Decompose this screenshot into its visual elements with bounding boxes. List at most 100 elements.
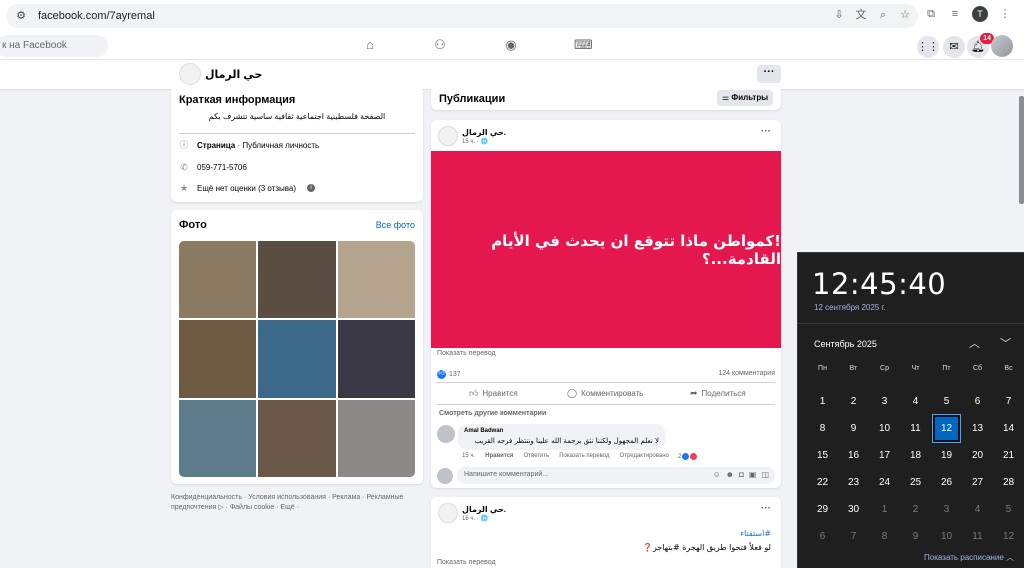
view-more-comments-link[interactable]: Смотреть другие комментарии [439, 410, 546, 417]
post-more-button[interactable]: ··· [761, 503, 771, 514]
post-timestamp[interactable]: 16 ч. · 🌐 [462, 515, 488, 522]
calendar-day[interactable]: 20 [962, 442, 993, 469]
comment-translate-link[interactable]: Показать перевод [559, 453, 609, 459]
facebook-search-input[interactable]: к на Facebook [0, 35, 108, 57]
calendar-day[interactable]: 23 [838, 469, 869, 496]
commenter-avatar[interactable] [437, 425, 455, 443]
comment-reply-link[interactable]: Ответить [524, 453, 550, 459]
calendar-day[interactable]: 7 [993, 388, 1024, 415]
see-all-photos-link[interactable]: Все фото [376, 220, 415, 230]
calendar-day[interactable]: 6 [962, 388, 993, 415]
menu-grid-icon[interactable]: ⋮⋮ [917, 36, 939, 58]
calendar-day[interactable]: 2 [838, 388, 869, 415]
calendar-day[interactable]: 4 [900, 388, 931, 415]
post-author-name[interactable]: حي الرمال. [462, 128, 506, 137]
calendar-day[interactable]: 7 [838, 523, 869, 550]
photo-thumbnail[interactable] [179, 399, 257, 477]
photo-thumbnail[interactable] [337, 399, 415, 477]
like-button[interactable]: 👍︎ Нравится [469, 388, 518, 399]
photo-thumbnail[interactable] [258, 320, 336, 398]
calendar-day-today[interactable]: 12 [932, 414, 961, 443]
page-more-button[interactable]: ··· [757, 65, 781, 83]
show-translation-link[interactable]: Показать перевод [437, 559, 496, 566]
post-image[interactable]: !كمواطن ماذا تتوقع ان يحدث في الأيام الق… [431, 151, 781, 348]
photo-thumbnail[interactable] [179, 241, 257, 319]
calendar-day[interactable]: 11 [900, 415, 931, 442]
calendar-day[interactable]: 10 [931, 523, 962, 550]
post-author-avatar[interactable] [438, 126, 458, 146]
translate-icon[interactable]: 文 [854, 8, 868, 22]
share-button[interactable]: ➦ Поделиться [690, 388, 746, 399]
calendar-day[interactable]: 9 [838, 415, 869, 442]
post-timestamp[interactable]: 15 ч. · 🌐 [462, 138, 488, 145]
calendar-day[interactable]: 8 [869, 523, 900, 550]
filters-button[interactable]: ⚌ Фильтры [717, 90, 773, 106]
phone-number[interactable]: 059-771-5706 [197, 163, 247, 172]
calendar-day[interactable]: 27 [962, 469, 993, 496]
calendar-month[interactable]: Сентябрь 2025 [814, 339, 877, 349]
calendar-day[interactable]: 10 [869, 415, 900, 442]
calendar-day[interactable]: 2 [900, 496, 931, 523]
calendar-day[interactable]: 1 [807, 388, 838, 415]
calendar-day[interactable]: 13 [962, 415, 993, 442]
show-agenda-link[interactable]: Показать расписание ︿ [924, 552, 1014, 563]
site-settings-icon[interactable]: ⚙ [14, 9, 28, 23]
media-controls-icon[interactable]: ≡ [948, 7, 962, 21]
calendar-day[interactable]: 3 [869, 388, 900, 415]
post-author-avatar[interactable] [438, 503, 458, 523]
emoji-icon[interactable]: ☻ [726, 470, 734, 479]
comment-like-link[interactable]: Нравится [485, 453, 513, 459]
address-bar[interactable]: ⚙ facebook.com/7ayremal ⇩ 文 ⌕ ☆ [6, 4, 918, 28]
photo-thumbnail[interactable] [179, 320, 257, 398]
avatar-sticker-icon[interactable]: ☺ [712, 470, 720, 479]
comment-reactions[interactable]: 2 [678, 453, 698, 460]
footer-links[interactable]: Конфиденциальность · Условия использован… [171, 493, 421, 513]
reactions-summary[interactable]: 👍︎ 137 [437, 370, 461, 379]
calendar-day[interactable]: 16 [838, 442, 869, 469]
calendar-day[interactable]: 8 [807, 415, 838, 442]
calendar-day[interactable]: 29 [807, 496, 838, 523]
comment-time[interactable]: 15 ч. [462, 453, 475, 459]
calendar-day[interactable]: 26 [931, 469, 962, 496]
home-icon[interactable]: ⌂ [362, 37, 378, 53]
calendar-day[interactable]: 18 [900, 442, 931, 469]
comment-author[interactable]: Amal Badwan [464, 428, 503, 434]
post-author-name[interactable]: حي الرمال. [462, 505, 506, 514]
account-avatar[interactable] [991, 35, 1013, 57]
page-name[interactable]: حي الرمال [205, 68, 262, 81]
calendar-day[interactable]: 19 [931, 442, 962, 469]
chevron-down-icon[interactable]: ﹀ [1000, 335, 1011, 351]
photo-thumbnail[interactable] [337, 320, 415, 398]
photo-thumbnail[interactable] [258, 399, 336, 477]
write-comment-input[interactable]: Напишите комментарий... ☺ ☻ ◘ ▣ ◫ [457, 467, 775, 484]
calendar-day[interactable]: 12 [993, 523, 1024, 550]
chevron-up-icon[interactable]: ︿ [969, 335, 980, 351]
photo-thumbnail[interactable] [258, 241, 336, 319]
url-text[interactable]: facebook.com/7ayremal [38, 10, 155, 22]
install-app-icon[interactable]: ⇩ [832, 8, 846, 22]
calendar-day[interactable]: 21 [993, 442, 1024, 469]
comment-button[interactable]: ◯ Комментировать [567, 388, 643, 399]
friends-icon[interactable]: ⚇ [432, 37, 448, 53]
watch-icon[interactable]: ◉ [503, 37, 519, 53]
comment-count[interactable]: 124 комментария [718, 370, 775, 377]
calendar-day[interactable]: 25 [900, 469, 931, 496]
camera-icon[interactable]: ◘ [739, 470, 744, 479]
calendar-day[interactable]: 22 [807, 469, 838, 496]
calendar-day[interactable]: 15 [807, 442, 838, 469]
page-avatar[interactable] [179, 63, 201, 85]
notifications-bell-icon[interactable]: 🔔︎ 14 [967, 33, 994, 58]
calendar-day[interactable]: 3 [931, 496, 962, 523]
calendar-day[interactable]: 5 [993, 496, 1024, 523]
calendar-day[interactable]: 1 [869, 496, 900, 523]
gif-icon[interactable]: ▣ [749, 470, 757, 479]
calendar-day[interactable]: 6 [807, 523, 838, 550]
zoom-icon[interactable]: ⌕ [876, 8, 890, 22]
calendar-day[interactable]: 5 [931, 388, 962, 415]
bookmark-star-icon[interactable]: ☆ [898, 8, 912, 22]
calendar-day[interactable]: 11 [962, 523, 993, 550]
calendar-day[interactable]: 14 [993, 415, 1024, 442]
messenger-icon[interactable]: ✉ [943, 36, 965, 58]
photo-thumbnail[interactable] [337, 241, 415, 319]
post-more-button[interactable]: ··· [761, 126, 771, 137]
